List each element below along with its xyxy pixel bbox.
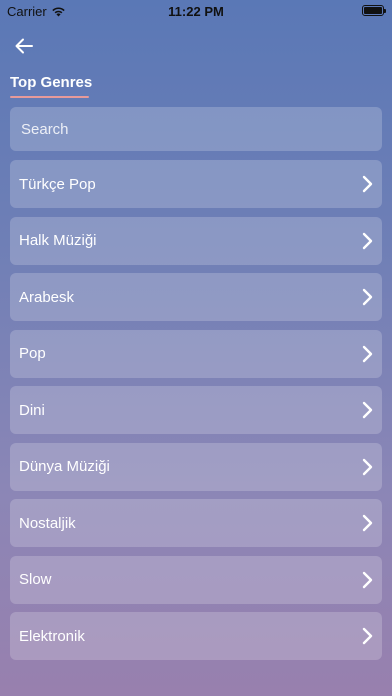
chevron-right-icon — [361, 458, 373, 476]
genre-item-slow[interactable]: Slow — [10, 555, 382, 604]
battery-icon — [362, 5, 386, 16]
genre-label: Arabesk — [19, 288, 75, 306]
chevron-right-icon — [361, 514, 373, 532]
genre-label: Dini — [19, 401, 45, 419]
chevron-right-icon — [361, 175, 373, 193]
chevron-right-icon — [361, 571, 373, 589]
tab-active-indicator — [10, 96, 89, 98]
chevron-right-icon — [361, 345, 373, 363]
status-time: 11:22 PM — [168, 4, 224, 19]
genre-item-dini[interactable]: Dini — [10, 386, 382, 434]
status-bar: Carrier 11:22 PM — [0, 0, 392, 22]
search-input[interactable] — [19, 119, 373, 139]
arrow-left-icon — [12, 34, 36, 58]
genre-item-elektronik[interactable]: Elektronik — [10, 612, 382, 660]
genre-label: Türkçe Pop — [19, 175, 96, 193]
genre-label: Elektronik — [19, 627, 85, 645]
genre-item-halk-muzigi[interactable]: Halk Müziği — [10, 216, 382, 265]
battery-fill — [364, 7, 382, 14]
genre-item-dunya-muzigi[interactable]: Dünya Müziği — [10, 442, 382, 491]
search-box[interactable] — [10, 107, 382, 151]
genre-item-arabesk[interactable]: Arabesk — [10, 273, 382, 321]
genre-list: Türkçe Pop Halk Müziği Arabesk Pop Dini … — [10, 160, 382, 669]
back-button[interactable] — [12, 34, 36, 58]
genre-label: Pop — [19, 345, 46, 362]
genre-label: Halk Müziği — [19, 232, 97, 249]
chevron-right-icon — [361, 627, 373, 645]
chevron-right-icon — [361, 288, 373, 306]
chevron-right-icon — [361, 232, 373, 250]
genre-item-nostaljik[interactable]: Nostaljik — [10, 499, 382, 547]
genre-label: Nostaljik — [19, 514, 76, 532]
genre-label: Slow — [19, 571, 52, 588]
genre-label: Dünya Müziği — [19, 458, 110, 475]
genre-item-pop[interactable]: Pop — [10, 329, 382, 378]
tab-top-genres[interactable]: Top Genres — [10, 74, 92, 91]
chevron-right-icon — [361, 401, 373, 419]
genre-item-turkce-pop[interactable]: Türkçe Pop — [10, 160, 382, 208]
